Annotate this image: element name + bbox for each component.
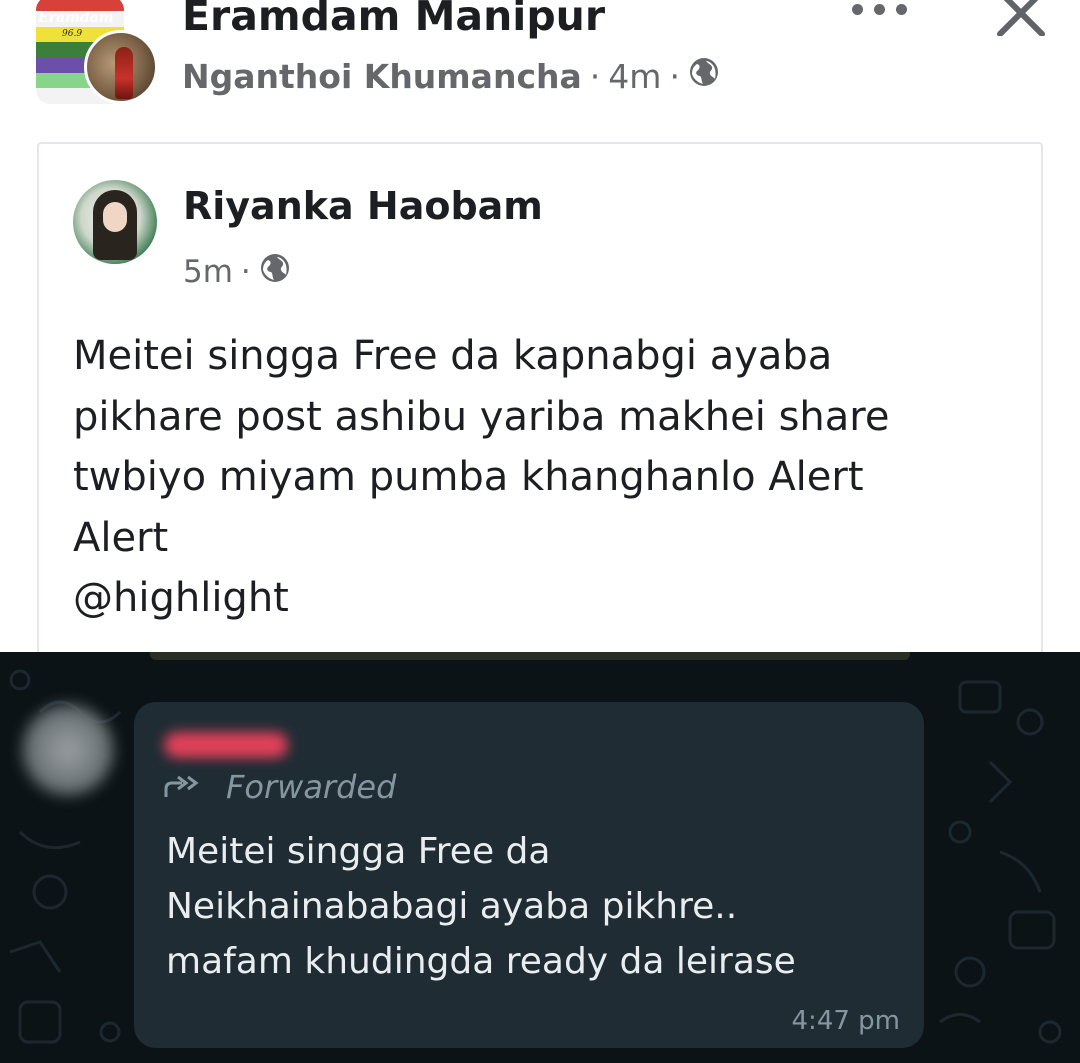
shared-post-text: Meitei singga Free da kapnabgi ayaba pik… [73, 326, 1013, 629]
post-text-line[interactable]: @highlight [73, 568, 1013, 629]
forward-arrows-icon [164, 775, 199, 797]
meta-separator: · [240, 254, 251, 290]
post-text-line: Meitei singga Free da kapnabgi ayaba [73, 333, 833, 379]
message-text-line: Meitei singga Free da [166, 831, 551, 872]
shared-author-name[interactable]: Riyanka Haobam [183, 184, 543, 228]
message-text-line: mafam khudingda ready da leirase [166, 941, 796, 982]
more-options-icon[interactable] [850, 0, 910, 20]
author-avatar[interactable] [84, 30, 158, 104]
globe-icon [259, 252, 291, 292]
previous-message-edge [150, 652, 910, 660]
globe-icon [688, 56, 720, 96]
group-logo-text: Eramdam [38, 10, 114, 26]
message-text: Meitei singga Free da Neikhainababagi ay… [166, 824, 906, 989]
sender-avatar[interactable] [22, 704, 114, 796]
shared-post-card[interactable]: Riyanka Haobam 5m · Meitei singga Free d… [37, 142, 1043, 682]
shared-post-time[interactable]: 5m [183, 254, 233, 290]
group-avatar[interactable]: Eramdam 96.9 [36, 0, 158, 106]
whatsapp-screenshot: Forwarded Meitei singga Free da Neikhain… [0, 652, 1080, 1063]
sender-name-redacted [164, 732, 288, 758]
group-name[interactable]: Eramdam Manipur [182, 0, 605, 40]
message-time: 4:47 pm [791, 1006, 900, 1036]
message-text-line: Neikhainababagi ayaba pikhre.. [166, 886, 738, 927]
forwarded-label: Forwarded [226, 768, 397, 806]
meta-separator: · [669, 56, 680, 96]
shared-author-avatar[interactable] [73, 180, 157, 264]
meta-separator: · [589, 56, 601, 96]
post-text-line: pikhare post ashibu yariba makhei share [73, 393, 890, 440]
post-time[interactable]: 4m [608, 57, 661, 96]
post-text-line: twbiyo miyam pumba khanghanlo Alert [73, 454, 864, 500]
post-meta: Nganthoi Khumancha · 4m · [182, 56, 720, 96]
post-text-line: Alert [73, 514, 169, 561]
facebook-post: Eramdam 96.9 Eramdam Manipur Nganthoi Kh… [0, 0, 1080, 682]
group-logo-subtext: 96.9 [62, 29, 83, 39]
post-author[interactable]: Nganthoi Khumancha [182, 57, 582, 96]
shared-post-meta: 5m · [183, 252, 291, 292]
close-icon[interactable] [990, 0, 1052, 37]
message-bubble[interactable]: Forwarded Meitei singga Free da Neikhain… [134, 702, 924, 1048]
forwarded-indicator: Forwarded [162, 768, 396, 806]
